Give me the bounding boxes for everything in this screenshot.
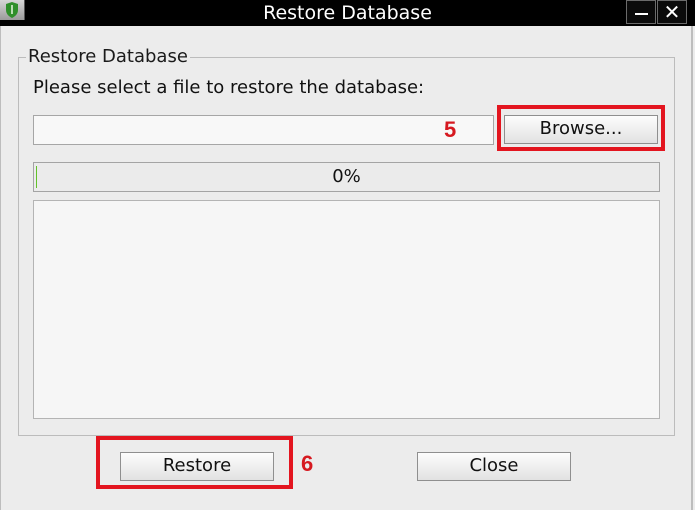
window-close-button[interactable]: ✕ bbox=[657, 0, 687, 24]
file-prompt-label: Please select a file to restore the data… bbox=[33, 77, 425, 98]
title-bar: Restore Database ✕ bbox=[0, 0, 695, 26]
close-icon: ✕ bbox=[663, 0, 681, 24]
minimize-button[interactable] bbox=[626, 0, 656, 24]
group-legend: Restore Database bbox=[26, 46, 190, 68]
restore-log-area[interactable] bbox=[33, 200, 660, 419]
step-6-label: 6 bbox=[301, 451, 314, 476]
minimize-icon bbox=[635, 13, 648, 15]
progress-text: 0% bbox=[332, 166, 361, 187]
step-5-label: 5 bbox=[444, 117, 457, 142]
progress-bar: 0% bbox=[33, 162, 660, 192]
file-path-input[interactable] bbox=[33, 115, 494, 145]
browse-highlight-box bbox=[497, 105, 665, 151]
close-button[interactable]: Close bbox=[417, 452, 571, 481]
window-title: Restore Database bbox=[263, 2, 432, 24]
restore-highlight-box bbox=[96, 436, 293, 489]
